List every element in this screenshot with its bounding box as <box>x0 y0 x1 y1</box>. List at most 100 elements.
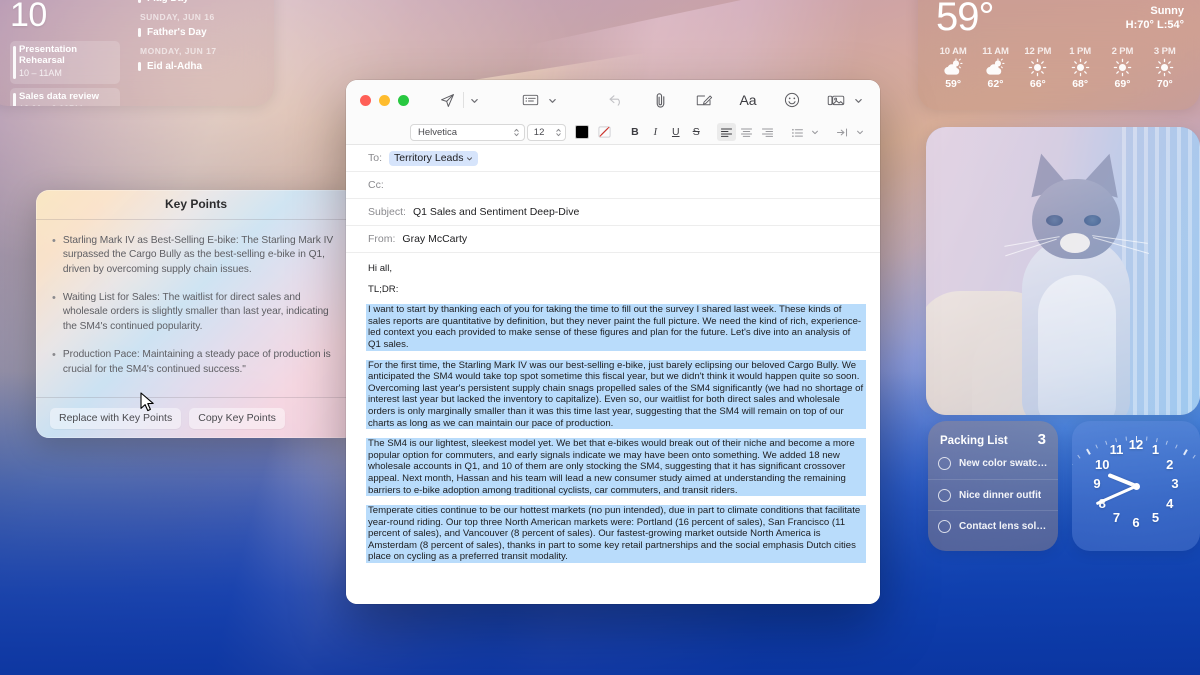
header-fields-chevron-down-icon[interactable] <box>544 87 560 113</box>
mail-body-paragraph: Temperate cities continue to be our hott… <box>366 505 866 563</box>
clock-numeral: 5 <box>1148 510 1164 525</box>
packing-list-widget[interactable]: Packing List 3 New color swatc…Nice dinn… <box>928 421 1058 551</box>
send-options-chevron-down-icon[interactable] <box>466 87 482 113</box>
from-field-row[interactable]: From: Gray McCarty <box>346 226 880 253</box>
cc-field-row[interactable]: Cc: <box>346 172 880 199</box>
mail-body-tldr: TL;DR: <box>368 284 866 296</box>
paperclip-icon[interactable] <box>646 87 674 113</box>
format-aa-icon[interactable]: Aa <box>734 87 762 113</box>
calendar-holiday: Flag Day <box>138 0 260 5</box>
calendar-event[interactable]: Sales data review 12:30 – 2:00PM <box>10 88 120 106</box>
emoji-smiley-icon[interactable] <box>778 87 806 113</box>
photo-browser-icon[interactable] <box>822 87 850 113</box>
mail-header-fields: To: Territory Leads Cc: Subject: Q1 Sale… <box>346 145 880 253</box>
calendar-today-column: 10 Presentation Rehearsal 10 – 11AM Sale… <box>0 0 128 106</box>
recipient-token[interactable]: Territory Leads <box>389 151 478 166</box>
packing-list-item[interactable]: Nice dinner outfit <box>928 479 1058 510</box>
mail-compose-window[interactable]: Aa <box>346 80 880 604</box>
zoom-button[interactable] <box>398 95 409 106</box>
checkbox-circle-icon[interactable] <box>938 457 951 470</box>
align-right-icon[interactable] <box>758 123 776 141</box>
key-points-bullet-text: Starling Mark IV as Best-Selling E-bike:… <box>63 234 342 277</box>
partly-cloudy-icon <box>942 58 964 77</box>
replace-with-key-points-button[interactable]: Replace with Key Points <box>50 408 181 429</box>
close-button[interactable] <box>360 95 371 106</box>
sun-icon <box>1101 57 1143 78</box>
align-center-icon[interactable] <box>738 123 756 141</box>
bullet-list-icon[interactable] <box>788 123 806 141</box>
font-family-select[interactable]: Helvetica <box>410 124 525 141</box>
minimize-button[interactable] <box>379 95 390 106</box>
mail-body-editor[interactable]: Hi all, TL;DR: I want to start by thanki… <box>346 253 880 604</box>
checkbox-circle-icon[interactable] <box>938 489 951 502</box>
calendar-event-title: Presentation Rehearsal <box>19 45 114 67</box>
mail-body-greeting: Hi all, <box>368 263 866 275</box>
from-field-value: Gray McCarty <box>402 233 467 245</box>
calendar-event[interactable]: Presentation Rehearsal 10 – 11AM <box>10 41 120 84</box>
weather-hourly-row: 10 AM59°11 AM62°12 PM66°1 PM68°2 PM69°3 … <box>918 37 1200 90</box>
subject-field-row[interactable]: Subject: Q1 Sales and Sentiment Deep-Div… <box>346 199 880 226</box>
text-color-swatch[interactable] <box>575 125 589 139</box>
clock-numeral: 6 <box>1128 515 1144 530</box>
weather-hour-time: 11 AM <box>974 46 1016 57</box>
photo-widget[interactable] <box>926 127 1200 415</box>
clock-tick <box>1072 536 1086 537</box>
align-left-icon[interactable] <box>717 123 735 141</box>
clock-tick <box>1072 495 1091 516</box>
undo-arrow-icon[interactable] <box>602 87 630 113</box>
clock-widget[interactable]: 121234567891011 <box>1072 421 1200 551</box>
calendar-widget[interactable]: 10 Presentation Rehearsal 10 – 11AM Sale… <box>0 0 274 106</box>
bold-button[interactable]: B <box>626 123 644 141</box>
key-points-bullet-text: Production Pace: Maintaining a steady pa… <box>63 348 342 377</box>
stepper-icon[interactable] <box>555 127 562 138</box>
underline-button[interactable]: U <box>667 123 685 141</box>
weather-hour-temp: 59° <box>932 78 974 90</box>
highlight-color-icon[interactable] <box>596 123 614 141</box>
font-size-select[interactable]: 12 <box>527 124 566 141</box>
indent-chevron-down-icon[interactable] <box>853 123 866 141</box>
weather-hour-temp: 66° <box>1017 78 1059 90</box>
copy-key-points-button[interactable]: Copy Key Points <box>189 408 285 429</box>
calendar-day-number: 10 <box>10 0 120 32</box>
window-traffic-lights <box>360 95 409 106</box>
to-field-row[interactable]: To: Territory Leads <box>346 145 880 172</box>
clock-numeral: 7 <box>1109 510 1125 525</box>
bullet-dot-icon: • <box>52 348 56 377</box>
key-points-title: Key Points <box>165 197 227 211</box>
clock-numeral: 9 <box>1089 476 1105 491</box>
weather-hour-cell: 10 AM59° <box>932 46 974 90</box>
packing-list-item[interactable]: Contact lens sol… <box>928 510 1058 541</box>
clock-tick <box>1186 536 1200 537</box>
weather-hour-time: 3 PM <box>1144 46 1186 57</box>
clock-tick <box>1181 495 1200 516</box>
weather-widget[interactable]: 59° Sunny H:70° L:54° 10 AM59°11 AM62°12… <box>918 0 1200 110</box>
photo-browser-chevron-down-icon[interactable] <box>850 87 866 113</box>
key-points-header: Key Points <box>36 190 356 220</box>
stepper-icon[interactable] <box>513 127 520 138</box>
from-field-label: From: <box>368 233 395 245</box>
desktop: 10 Presentation Rehearsal 10 – 11AM Sale… <box>0 0 1200 675</box>
weather-hour-cell: 11 AM62° <box>974 46 1016 90</box>
weather-high-low: H:70° L:54° <box>1126 18 1184 33</box>
calendar-holiday: Father's Day <box>138 26 260 39</box>
weather-hour-temp: 68° <box>1059 78 1101 90</box>
calendar-upcoming-column: Flag Day SUNDAY, JUN 16 Father's Day MON… <box>128 0 274 106</box>
sun-icon <box>1155 58 1174 77</box>
markup-icon[interactable] <box>690 87 718 113</box>
subject-field-label: Subject: <box>368 206 406 218</box>
indent-icon[interactable] <box>833 123 851 141</box>
bullet-list-chevron-down-icon[interactable] <box>809 123 822 141</box>
send-paperplane-icon[interactable] <box>433 87 461 113</box>
to-field-label: To: <box>368 152 382 164</box>
strikethrough-button[interactable]: S <box>687 123 705 141</box>
clock-numeral: 11 <box>1109 442 1125 457</box>
mail-body-paragraph: For the first time, the Starling Mark IV… <box>366 360 866 430</box>
checkbox-circle-icon[interactable] <box>938 520 951 533</box>
bullet-dot-icon: • <box>52 291 56 334</box>
weather-condition: Sunny <box>1126 4 1184 18</box>
clock-numeral: 3 <box>1167 476 1183 491</box>
packing-list-title: Packing List <box>940 435 1008 447</box>
packing-list-item[interactable]: New color swatc… <box>928 448 1058 479</box>
header-fields-icon[interactable] <box>516 87 544 113</box>
italic-button[interactable]: I <box>646 123 664 141</box>
